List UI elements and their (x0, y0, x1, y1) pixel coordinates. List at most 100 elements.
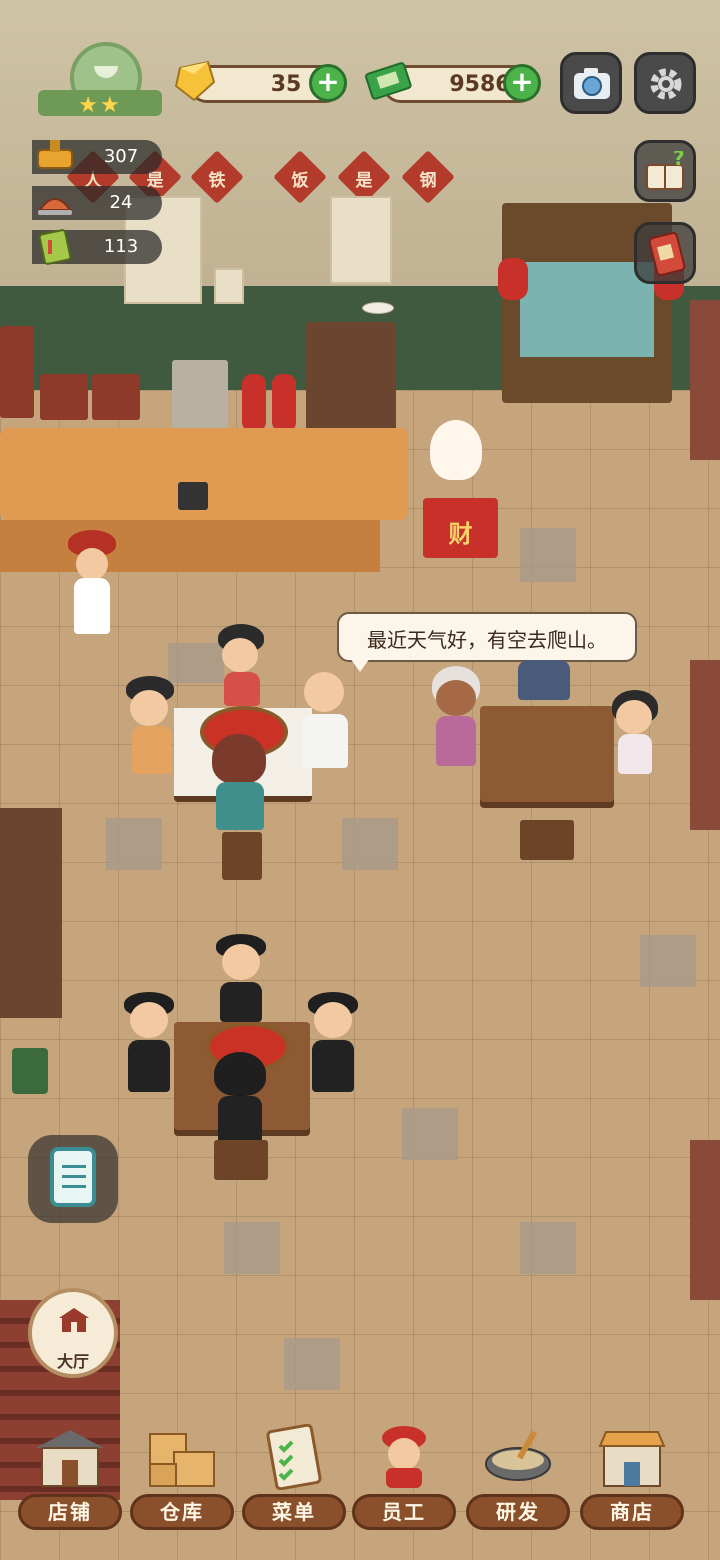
customer[interactable] (210, 734, 270, 834)
served-stat-value: 24 (109, 192, 133, 213)
lucky-cat-shrine: 财 (423, 498, 498, 558)
add-gems-button[interactable]: + (309, 64, 347, 102)
cash-icon (365, 62, 412, 100)
warehouse-boxes-icon (149, 1433, 215, 1487)
speech-bubble: 最近天气好，有空去爬山。 (337, 612, 637, 662)
cracked-tile (284, 1338, 340, 1390)
nav-staff[interactable]: 员工 (352, 1420, 456, 1530)
dish-cloche-icon (38, 198, 72, 215)
building-icon (59, 1308, 89, 1332)
pillar (690, 660, 720, 830)
businessman-customer[interactable] (122, 992, 176, 1104)
stool (520, 820, 574, 860)
customer[interactable] (216, 624, 266, 710)
condiment-table (0, 808, 62, 1018)
bottle-crate (40, 374, 88, 420)
child-customer[interactable] (610, 690, 660, 780)
cracked-tile (520, 528, 576, 582)
slogan-char: 钢 (419, 171, 437, 191)
elderly-customer[interactable] (428, 666, 484, 774)
trash-bin (12, 1048, 48, 1094)
thermos (242, 374, 266, 432)
slogan-char: 饭 (291, 171, 309, 191)
slogan-char: 铁 (208, 171, 226, 191)
gear-icon (650, 68, 682, 100)
wall-poster (330, 196, 392, 284)
nav-research-label: 研发 (466, 1494, 570, 1530)
businessman-customer[interactable] (212, 1052, 268, 1148)
speech-bubble-tail (350, 658, 370, 672)
camera-button[interactable] (560, 52, 622, 114)
restaurant-rank-badge[interactable]: ★★ (38, 42, 162, 128)
bottle-crate (0, 326, 34, 418)
nav-menu-label: 菜单 (242, 1494, 346, 1530)
served-stat: 24 (32, 186, 162, 220)
bottom-navigation: 店铺 仓库 菜单 员工 研发 商店 (0, 1400, 720, 1560)
nav-shop[interactable]: 店铺 (18, 1420, 122, 1530)
hall-button-label: 大厅 (56, 1352, 89, 1371)
nav-store[interactable]: 商店 (580, 1420, 684, 1530)
settings-button[interactable] (634, 52, 696, 114)
red-lantern (498, 258, 528, 300)
plate-stack (362, 302, 394, 314)
door-curtain (520, 262, 654, 357)
hotpot-stat: 307 (32, 140, 162, 174)
empty-table[interactable] (480, 706, 614, 802)
red-book-icon (648, 232, 686, 276)
gem-icon (174, 60, 216, 102)
nav-staff-label: 员工 (352, 1494, 456, 1530)
wok-research-icon (485, 1430, 551, 1481)
shop-front-icon (36, 1430, 104, 1487)
cracked-tile (520, 1222, 576, 1274)
slogan-char: 是 (355, 171, 373, 191)
add-cash-button[interactable]: + (503, 64, 541, 102)
lucky-cat (430, 420, 482, 480)
hotpot-icon (37, 140, 73, 169)
waiter-character[interactable] (62, 530, 122, 654)
clipboard-icon (50, 1147, 96, 1207)
newspaper-rack (172, 360, 228, 436)
svg-text:?: ? (673, 151, 685, 170)
cracked-tile (106, 818, 162, 870)
counter-front (0, 520, 380, 572)
recipe-book-icon (38, 229, 72, 265)
cash-register (178, 482, 208, 510)
task-list-button[interactable] (28, 1135, 118, 1223)
businessman-customer[interactable] (306, 992, 360, 1104)
dish-shelf (306, 322, 396, 434)
stool (222, 832, 262, 880)
help-book-icon: ? (646, 151, 685, 190)
rank-stars: ★★ (78, 93, 122, 118)
camera-icon (574, 68, 610, 99)
store-icon (598, 1431, 666, 1487)
nav-warehouse[interactable]: 仓库 (130, 1420, 234, 1530)
shrine-label: 财 (448, 520, 473, 548)
recipe-stat: 113 (32, 229, 162, 265)
nav-store-label: 商店 (580, 1494, 684, 1530)
businessman-customer[interactable] (214, 934, 268, 1024)
nav-shop-label: 店铺 (18, 1494, 122, 1530)
bowl-icon (94, 66, 118, 78)
cracked-tile (402, 1108, 458, 1160)
customer[interactable] (290, 668, 356, 788)
nav-warehouse-label: 仓库 (130, 1494, 234, 1530)
staff-chef-icon (382, 1426, 426, 1488)
nav-research[interactable]: 研发 (466, 1420, 570, 1530)
wall-note (214, 268, 244, 304)
hotpot-stat-value: 307 (103, 146, 139, 167)
cracked-tile (640, 935, 696, 987)
menu-checklist-icon (266, 1424, 322, 1490)
stool (214, 1140, 268, 1180)
thermos (272, 374, 296, 432)
cracked-tile (342, 818, 398, 870)
customer[interactable] (122, 676, 178, 786)
pillar (690, 300, 720, 460)
cracked-tile (224, 1222, 280, 1274)
customer[interactable] (514, 660, 574, 706)
guide-button[interactable]: ? (634, 140, 696, 202)
recipe-book-button[interactable] (634, 222, 696, 284)
nav-menu[interactable]: 菜单 (242, 1420, 346, 1530)
pillar (690, 1140, 720, 1300)
hall-button[interactable]: 大厅 (28, 1288, 118, 1378)
recipe-stat-value: 113 (103, 236, 139, 257)
